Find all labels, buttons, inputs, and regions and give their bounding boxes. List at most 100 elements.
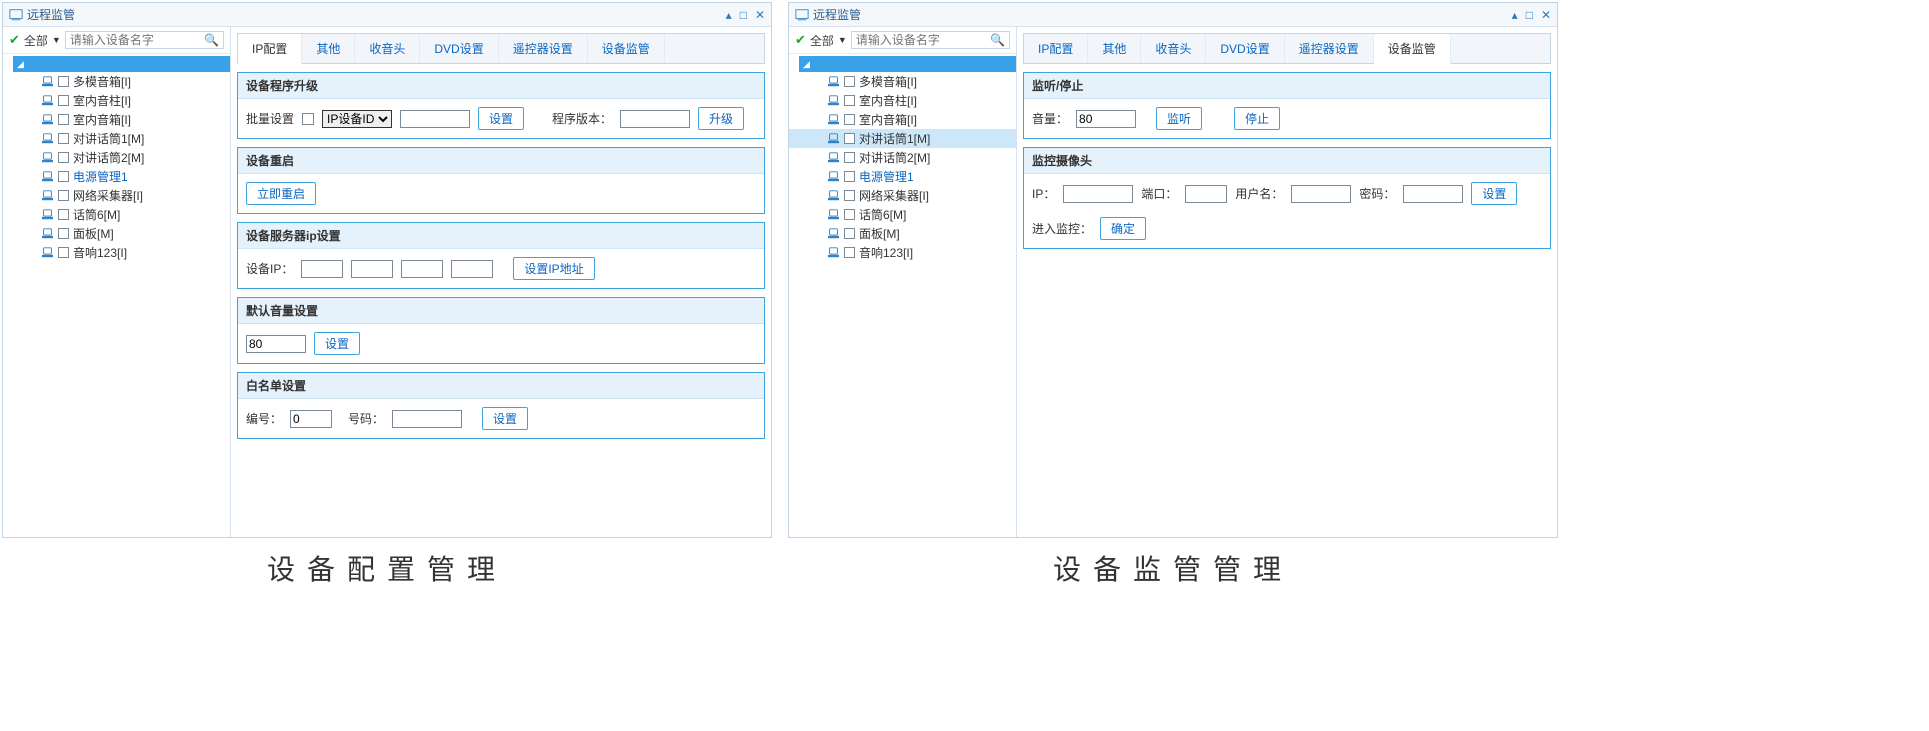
collapse-icon[interactable]: ▴ (1512, 8, 1518, 22)
tab[interactable]: 遥控器设置 (1285, 34, 1374, 63)
device-checkbox[interactable] (58, 76, 69, 87)
close-icon[interactable]: ✕ (755, 8, 765, 22)
tab[interactable]: DVD设置 (1206, 34, 1284, 63)
camera-port-input[interactable] (1185, 185, 1227, 203)
device-checkbox[interactable] (58, 133, 69, 144)
set-ip-button[interactable]: 设置IP地址 (513, 257, 594, 280)
set-button[interactable]: 设置 (478, 107, 524, 130)
tree-item[interactable]: 话筒6[M] (3, 205, 230, 224)
device-checkbox[interactable] (58, 228, 69, 239)
set-volume-button[interactable]: 设置 (314, 332, 360, 355)
camera-pwd-input[interactable] (1403, 185, 1463, 203)
device-tree: ◢ 多模音箱[I]室内音柱[I]室内音箱[I]对讲话筒1[M]对讲话筒2[M]电… (3, 54, 230, 537)
enter-monitor-button[interactable]: 确定 (1100, 217, 1146, 240)
tree-item[interactable]: 音响123[I] (789, 243, 1016, 262)
search-input[interactable] (70, 33, 204, 47)
search-icon[interactable]: 🔍 (204, 33, 219, 47)
dropdown-caret-icon[interactable]: ▼ (52, 35, 61, 45)
tab[interactable]: 其他 (302, 34, 355, 63)
device-checkbox[interactable] (58, 247, 69, 258)
tree-item[interactable]: 室内音柱[I] (789, 91, 1016, 110)
tree-item[interactable]: 音响123[I] (3, 243, 230, 262)
tab[interactable]: IP配置 (238, 34, 302, 64)
device-checkbox[interactable] (844, 152, 855, 163)
device-checkbox[interactable] (58, 209, 69, 220)
device-checkbox[interactable] (844, 171, 855, 182)
device-id-select[interactable]: IP设备ID (322, 110, 392, 128)
device-checkbox[interactable] (844, 209, 855, 220)
stop-button[interactable]: 停止 (1234, 107, 1280, 130)
tree-item[interactable]: 话筒6[M] (789, 205, 1016, 224)
number-input[interactable] (392, 410, 462, 428)
device-checkbox[interactable] (844, 114, 855, 125)
camera-ip-input[interactable] (1063, 185, 1133, 203)
camera-set-button[interactable]: 设置 (1471, 182, 1517, 205)
search-icon[interactable]: 🔍 (990, 33, 1005, 47)
tree-item[interactable]: 室内音柱[I] (3, 91, 230, 110)
main-panel: IP配置其他收音头DVD设置遥控器设置设备监管 设备程序升级 批量设置 IP设备… (231, 27, 771, 537)
id-input[interactable] (290, 410, 332, 428)
upgrade-button[interactable]: 升级 (698, 107, 744, 130)
restart-button[interactable]: 立即重启 (246, 182, 316, 205)
device-checkbox[interactable] (844, 95, 855, 106)
collapse-icon[interactable]: ▴ (726, 8, 732, 22)
camera-user-input[interactable] (1291, 185, 1351, 203)
tree-item[interactable]: 室内音箱[I] (3, 110, 230, 129)
volume-input[interactable] (246, 335, 306, 353)
panel-server-ip: 设备服务器ip设置 设备IP： 设置IP地址 (237, 222, 765, 289)
version-input[interactable] (620, 110, 690, 128)
device-checkbox[interactable] (844, 190, 855, 201)
check-icon: ✔ (9, 32, 20, 48)
tab[interactable]: IP配置 (1024, 34, 1088, 63)
tab[interactable]: 收音头 (1141, 34, 1206, 63)
device-checkbox[interactable] (58, 152, 69, 163)
tab[interactable]: 收音头 (355, 34, 420, 63)
ip-octet-1[interactable] (301, 260, 343, 278)
tree-item[interactable]: 网络采集器[I] (3, 186, 230, 205)
tree-item[interactable]: 多模音箱[I] (3, 72, 230, 91)
filter-all-label[interactable]: 全部 (24, 32, 48, 49)
maximize-icon[interactable]: □ (740, 8, 747, 22)
tree-root[interactable]: ◢ (13, 56, 230, 72)
tab[interactable]: 其他 (1088, 34, 1141, 63)
ip-octet-2[interactable] (351, 260, 393, 278)
search-input[interactable] (856, 33, 990, 47)
tab[interactable]: 设备监管 (588, 34, 665, 63)
dropdown-caret-icon[interactable]: ▼ (838, 35, 847, 45)
tree-item[interactable]: 对讲话筒2[M] (3, 148, 230, 167)
device-id-input[interactable] (400, 110, 470, 128)
tree-item[interactable]: 电源管理1 (789, 167, 1016, 186)
tree-item[interactable]: 面板[M] (789, 224, 1016, 243)
tab[interactable]: 设备监管 (1374, 34, 1451, 64)
tab[interactable]: 遥控器设置 (499, 34, 588, 63)
set-whitelist-button[interactable]: 设置 (482, 407, 528, 430)
tree-item[interactable]: 电源管理1 (3, 167, 230, 186)
tree-root[interactable]: ◢ (799, 56, 1016, 72)
device-checkbox[interactable] (58, 190, 69, 201)
tree-item[interactable]: 对讲话筒1[M] (789, 129, 1016, 148)
batch-checkbox[interactable] (302, 113, 314, 125)
maximize-icon[interactable]: □ (1526, 8, 1533, 22)
tree-item-label: 面板[M] (73, 225, 114, 242)
device-checkbox[interactable] (844, 228, 855, 239)
tree-item[interactable]: 多模音箱[I] (789, 72, 1016, 91)
device-checkbox[interactable] (58, 171, 69, 182)
listen-button[interactable]: 监听 (1156, 107, 1202, 130)
device-checkbox[interactable] (844, 76, 855, 87)
filter-all-label[interactable]: 全部 (810, 32, 834, 49)
tree-item[interactable]: 对讲话筒1[M] (3, 129, 230, 148)
tree-item[interactable]: 室内音箱[I] (789, 110, 1016, 129)
device-checkbox[interactable] (844, 247, 855, 258)
device-checkbox[interactable] (844, 133, 855, 144)
tab[interactable]: DVD设置 (420, 34, 498, 63)
close-icon[interactable]: ✕ (1541, 8, 1551, 22)
device-checkbox[interactable] (58, 95, 69, 106)
ip-octet-4[interactable] (451, 260, 493, 278)
tree-item[interactable]: 面板[M] (3, 224, 230, 243)
ip-octet-3[interactable] (401, 260, 443, 278)
tree-item[interactable]: 对讲话筒2[M] (789, 148, 1016, 167)
tree-item[interactable]: 网络采集器[I] (789, 186, 1016, 205)
tree-item-label: 室内音箱[I] (859, 111, 917, 128)
volume-input[interactable] (1076, 110, 1136, 128)
device-checkbox[interactable] (58, 114, 69, 125)
